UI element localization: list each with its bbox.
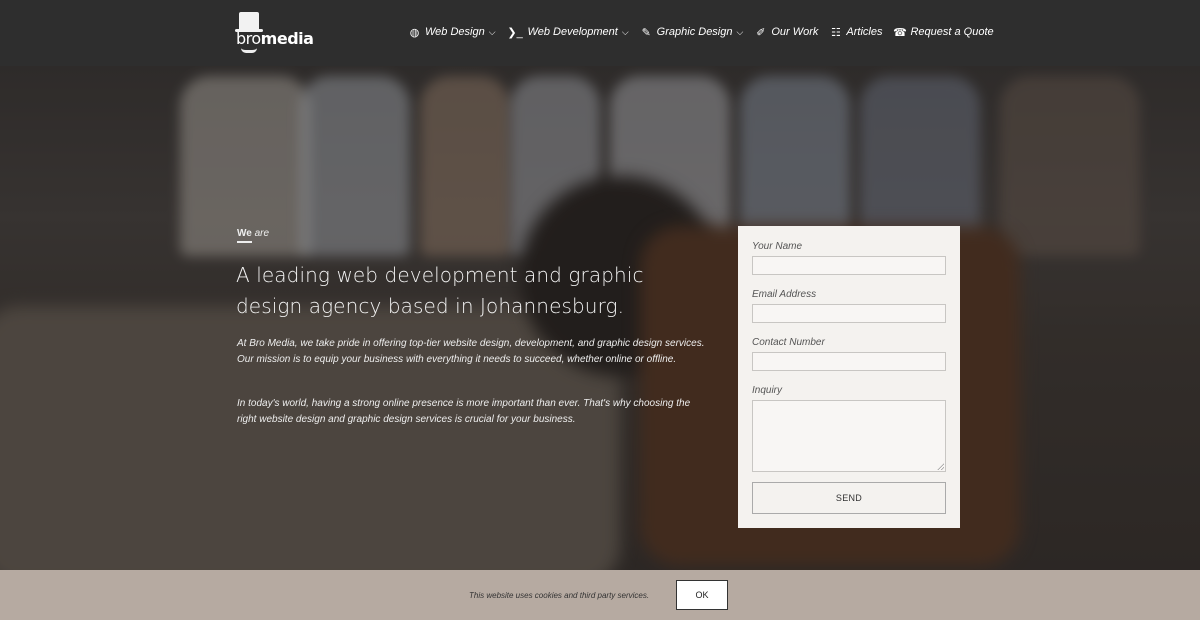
cookie-message: This website uses cookies and third part… [469, 591, 650, 600]
chevron-down-icon: ⌵ [488, 26, 496, 37]
nav-label: Request a Quote [910, 26, 994, 38]
name-field[interactable] [752, 256, 946, 275]
inquiry-form: Your Name Email Address Contact Number I… [738, 226, 960, 528]
chevron-down-icon: ⌵ [621, 26, 629, 37]
nav-label: Web Design [425, 26, 485, 38]
bromedia-logo[interactable]: bromedia [235, 12, 314, 54]
hero-section: We are A leading web development and gra… [0, 66, 1200, 570]
hero-headline: A leading web development and graphic de… [236, 263, 644, 318]
email-label: Email Address [752, 289, 817, 300]
top-hat-icon [239, 12, 259, 30]
phone-label: Contact Number [752, 337, 825, 348]
hero-paragraph: At Bro Media, we take pride in offering … [237, 338, 705, 365]
phone-icon: ☎ [893, 26, 907, 39]
nav-label: Our Work [771, 26, 819, 38]
nav-articles[interactable]: ☷ Articles [829, 26, 883, 39]
eyebrow-label: We are [237, 228, 269, 243]
nav-label: Graphic Design [656, 26, 733, 38]
contact-number-field[interactable] [752, 352, 946, 371]
nav-graphic-design[interactable]: ✎ Graphic Design ⌵ [640, 26, 744, 39]
main-nav: ◍ Web Design ⌵ ❯_ Web Development ⌵ ✎ Gr… [408, 22, 1005, 42]
brush-icon: ✐ [756, 26, 766, 39]
nav-request-quote[interactable]: ☎ Request a Quote [893, 26, 994, 39]
moustache-icon [241, 48, 257, 53]
nav-web-design[interactable]: ◍ Web Design ⌵ [408, 26, 496, 39]
inquiry-textarea[interactable] [752, 400, 946, 472]
nav-label: Web Development [527, 26, 618, 38]
chevron-down-icon: ⌵ [736, 26, 744, 37]
resize-handle-icon[interactable] [937, 463, 944, 470]
newspaper-icon: ☷ [830, 26, 841, 39]
pencil-icon: ✎ [641, 26, 651, 39]
name-label: Your Name [752, 241, 803, 252]
logo-wordmark: bromedia [236, 29, 314, 48]
send-button[interactable]: SEND [752, 482, 946, 514]
inquiry-label: Inquiry [752, 385, 783, 396]
email-field[interactable] [752, 304, 946, 323]
hero-paragraph: In today's world, having a strong online… [237, 398, 691, 425]
globe-icon: ◍ [409, 26, 420, 39]
site-header: bromedia ◍ Web Design ⌵ ❯_ Web Developme… [0, 0, 1200, 66]
nav-web-development[interactable]: ❯_ Web Development ⌵ [507, 26, 629, 39]
cookie-ok-button[interactable]: OK [676, 580, 728, 610]
cookie-banner: This website uses cookies and third part… [0, 570, 1200, 620]
nav-our-work[interactable]: ✐ Our Work [754, 26, 818, 39]
terminal-icon: ❯_ [507, 26, 523, 39]
nav-label: Articles [846, 26, 883, 38]
